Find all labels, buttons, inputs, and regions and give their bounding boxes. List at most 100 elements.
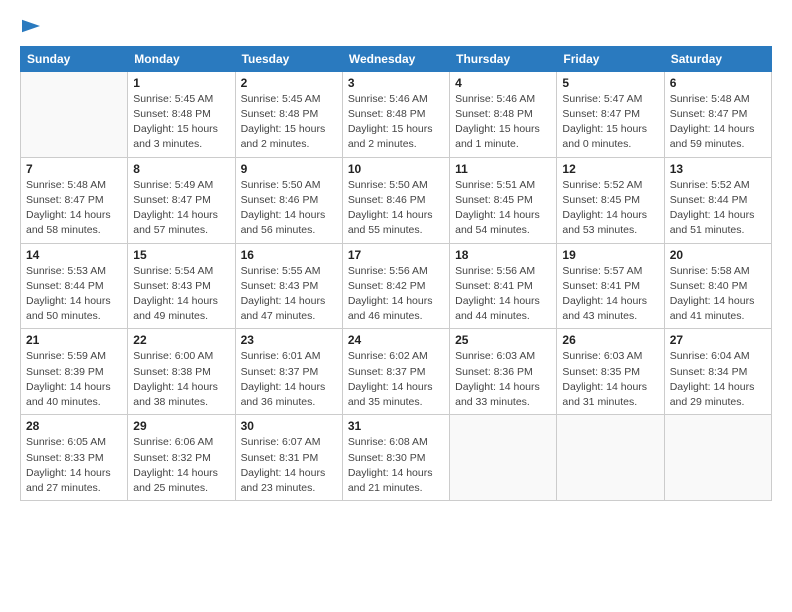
day-number: 24 [348, 333, 444, 347]
day-number: 4 [455, 76, 551, 90]
day-cell: 1 Sunrise: 5:45 AM Sunset: 8:48 PM Daylig… [128, 71, 235, 157]
day-cell: 8Sunrise: 5:49 AM Sunset: 8:47 PM Daylig… [128, 157, 235, 243]
day-info: Sunrise: 6:01 AM Sunset: 8:37 PM Dayligh… [241, 349, 337, 410]
day-number: 20 [670, 248, 766, 262]
day-number: 23 [241, 333, 337, 347]
day-number: 3 [348, 76, 444, 90]
day-info: Sunrise: 5:57 AM Sunset: 8:41 PM Dayligh… [562, 264, 658, 325]
day-cell: 4 Sunrise: 5:46 AM Sunset: 8:48 PM Daylig… [450, 71, 557, 157]
day-cell [664, 415, 771, 501]
day-number: 16 [241, 248, 337, 262]
day-number: 26 [562, 333, 658, 347]
day-cell: 13 Sunrise: 5:52 AM Sunset: 8:44 PM Dayli… [664, 157, 771, 243]
day-info: Sunrise: 6:02 AM Sunset: 8:37 PM Dayligh… [348, 349, 444, 410]
day-info: Sunrise: 5:46 AM Sunset: 8:48 PM Dayligh… [455, 92, 551, 153]
day-cell: 12Sunrise: 5:52 AM Sunset: 8:45 PM Dayli… [557, 157, 664, 243]
day-info: Sunrise: 5:45 AM Sunset: 8:48 PM Dayligh… [241, 92, 337, 153]
day-info: Sunrise: 6:00 AM Sunset: 8:38 PM Dayligh… [133, 349, 229, 410]
day-info: Sunrise: 5:48 AM Sunset: 8:47 PM Dayligh… [670, 92, 766, 153]
day-cell: 3 Sunrise: 5:46 AM Sunset: 8:48 PM Daylig… [342, 71, 449, 157]
day-info: Sunrise: 5:48 AM Sunset: 8:47 PM Dayligh… [26, 178, 122, 239]
header [20, 16, 772, 36]
day-cell: 5 Sunrise: 5:47 AM Sunset: 8:47 PM Daylig… [557, 71, 664, 157]
day-number: 8 [133, 162, 229, 176]
day-number: 31 [348, 419, 444, 433]
day-number: 21 [26, 333, 122, 347]
day-cell: 25 Sunrise: 6:03 AM Sunset: 8:36 PM Dayli… [450, 329, 557, 415]
day-info: Sunrise: 6:03 AM Sunset: 8:35 PM Dayligh… [562, 349, 658, 410]
day-info: Sunrise: 6:07 AM Sunset: 8:31 PM Dayligh… [241, 435, 337, 496]
day-info: Sunrise: 5:52 AM Sunset: 8:44 PM Dayligh… [670, 178, 766, 239]
day-cell: 7 Sunrise: 5:48 AM Sunset: 8:47 PM Daylig… [21, 157, 128, 243]
day-cell: 23 Sunrise: 6:01 AM Sunset: 8:37 PM Dayli… [235, 329, 342, 415]
col-header-sunday: Sunday [21, 46, 128, 71]
calendar-table: SundayMondayTuesdayWednesdayThursdayFrid… [20, 46, 772, 501]
day-number: 13 [670, 162, 766, 176]
day-cell: 14Sunrise: 5:53 AM Sunset: 8:44 PM Dayli… [21, 243, 128, 329]
day-cell: 6 Sunrise: 5:48 AM Sunset: 8:47 PM Daylig… [664, 71, 771, 157]
day-number: 18 [455, 248, 551, 262]
day-number: 7 [26, 162, 122, 176]
day-cell: 27 Sunrise: 6:04 AM Sunset: 8:34 PM Dayli… [664, 329, 771, 415]
day-number: 14 [26, 248, 122, 262]
day-cell: 21 Sunrise: 5:59 AM Sunset: 8:39 PM Dayli… [21, 329, 128, 415]
day-number: 5 [562, 76, 658, 90]
day-number: 11 [455, 162, 551, 176]
logo-text [20, 16, 40, 36]
day-cell: 24 Sunrise: 6:02 AM Sunset: 8:37 PM Dayli… [342, 329, 449, 415]
day-cell: 19 Sunrise: 5:57 AM Sunset: 8:41 PM Dayli… [557, 243, 664, 329]
day-number: 10 [348, 162, 444, 176]
day-cell: 28Sunrise: 6:05 AM Sunset: 8:33 PM Dayli… [21, 415, 128, 501]
day-info: Sunrise: 5:52 AM Sunset: 8:45 PM Dayligh… [562, 178, 658, 239]
day-number: 17 [348, 248, 444, 262]
day-number: 1 [133, 76, 229, 90]
day-cell: 18 Sunrise: 5:56 AM Sunset: 8:41 PM Dayli… [450, 243, 557, 329]
day-info: Sunrise: 5:59 AM Sunset: 8:39 PM Dayligh… [26, 349, 122, 410]
day-cell: 20Sunrise: 5:58 AM Sunset: 8:40 PM Dayli… [664, 243, 771, 329]
day-info: Sunrise: 5:47 AM Sunset: 8:47 PM Dayligh… [562, 92, 658, 153]
week-row-4: 21 Sunrise: 5:59 AM Sunset: 8:39 PM Dayli… [21, 329, 772, 415]
col-header-saturday: Saturday [664, 46, 771, 71]
day-cell [21, 71, 128, 157]
day-number: 27 [670, 333, 766, 347]
day-number: 2 [241, 76, 337, 90]
header-row: SundayMondayTuesdayWednesdayThursdayFrid… [21, 46, 772, 71]
week-row-2: 7 Sunrise: 5:48 AM Sunset: 8:47 PM Daylig… [21, 157, 772, 243]
day-cell: 10 Sunrise: 5:50 AM Sunset: 8:46 PM Dayli… [342, 157, 449, 243]
col-header-wednesday: Wednesday [342, 46, 449, 71]
week-row-1: 1 Sunrise: 5:45 AM Sunset: 8:48 PM Daylig… [21, 71, 772, 157]
day-number: 25 [455, 333, 551, 347]
day-info: Sunrise: 6:04 AM Sunset: 8:34 PM Dayligh… [670, 349, 766, 410]
day-number: 28 [26, 419, 122, 433]
day-cell: 15Sunrise: 5:54 AM Sunset: 8:43 PM Dayli… [128, 243, 235, 329]
week-row-5: 28Sunrise: 6:05 AM Sunset: 8:33 PM Dayli… [21, 415, 772, 501]
day-cell: 31 Sunrise: 6:08 AM Sunset: 8:30 PM Dayli… [342, 415, 449, 501]
day-info: Sunrise: 5:50 AM Sunset: 8:46 PM Dayligh… [348, 178, 444, 239]
week-row-3: 14Sunrise: 5:53 AM Sunset: 8:44 PM Dayli… [21, 243, 772, 329]
day-info: Sunrise: 5:51 AM Sunset: 8:45 PM Dayligh… [455, 178, 551, 239]
day-cell: 17 Sunrise: 5:56 AM Sunset: 8:42 PM Dayli… [342, 243, 449, 329]
day-info: Sunrise: 6:03 AM Sunset: 8:36 PM Dayligh… [455, 349, 551, 410]
day-number: 29 [133, 419, 229, 433]
day-cell: 16 Sunrise: 5:55 AM Sunset: 8:43 PM Dayli… [235, 243, 342, 329]
day-cell [557, 415, 664, 501]
day-info: Sunrise: 5:46 AM Sunset: 8:48 PM Dayligh… [348, 92, 444, 153]
col-header-tuesday: Tuesday [235, 46, 342, 71]
day-number: 19 [562, 248, 658, 262]
day-number: 6 [670, 76, 766, 90]
day-info: Sunrise: 6:08 AM Sunset: 8:30 PM Dayligh… [348, 435, 444, 496]
day-cell: 30Sunrise: 6:07 AM Sunset: 8:31 PM Dayli… [235, 415, 342, 501]
logo [20, 16, 40, 36]
day-info: Sunrise: 5:55 AM Sunset: 8:43 PM Dayligh… [241, 264, 337, 325]
day-number: 9 [241, 162, 337, 176]
day-info: Sunrise: 5:50 AM Sunset: 8:46 PM Dayligh… [241, 178, 337, 239]
day-info: Sunrise: 6:06 AM Sunset: 8:32 PM Dayligh… [133, 435, 229, 496]
day-info: Sunrise: 5:56 AM Sunset: 8:42 PM Dayligh… [348, 264, 444, 325]
day-info: Sunrise: 5:45 AM Sunset: 8:48 PM Dayligh… [133, 92, 229, 153]
day-cell: 2 Sunrise: 5:45 AM Sunset: 8:48 PM Daylig… [235, 71, 342, 157]
day-cell: 11 Sunrise: 5:51 AM Sunset: 8:45 PM Dayli… [450, 157, 557, 243]
col-header-monday: Monday [128, 46, 235, 71]
day-number: 15 [133, 248, 229, 262]
day-info: Sunrise: 5:56 AM Sunset: 8:41 PM Dayligh… [455, 264, 551, 325]
day-number: 22 [133, 333, 229, 347]
